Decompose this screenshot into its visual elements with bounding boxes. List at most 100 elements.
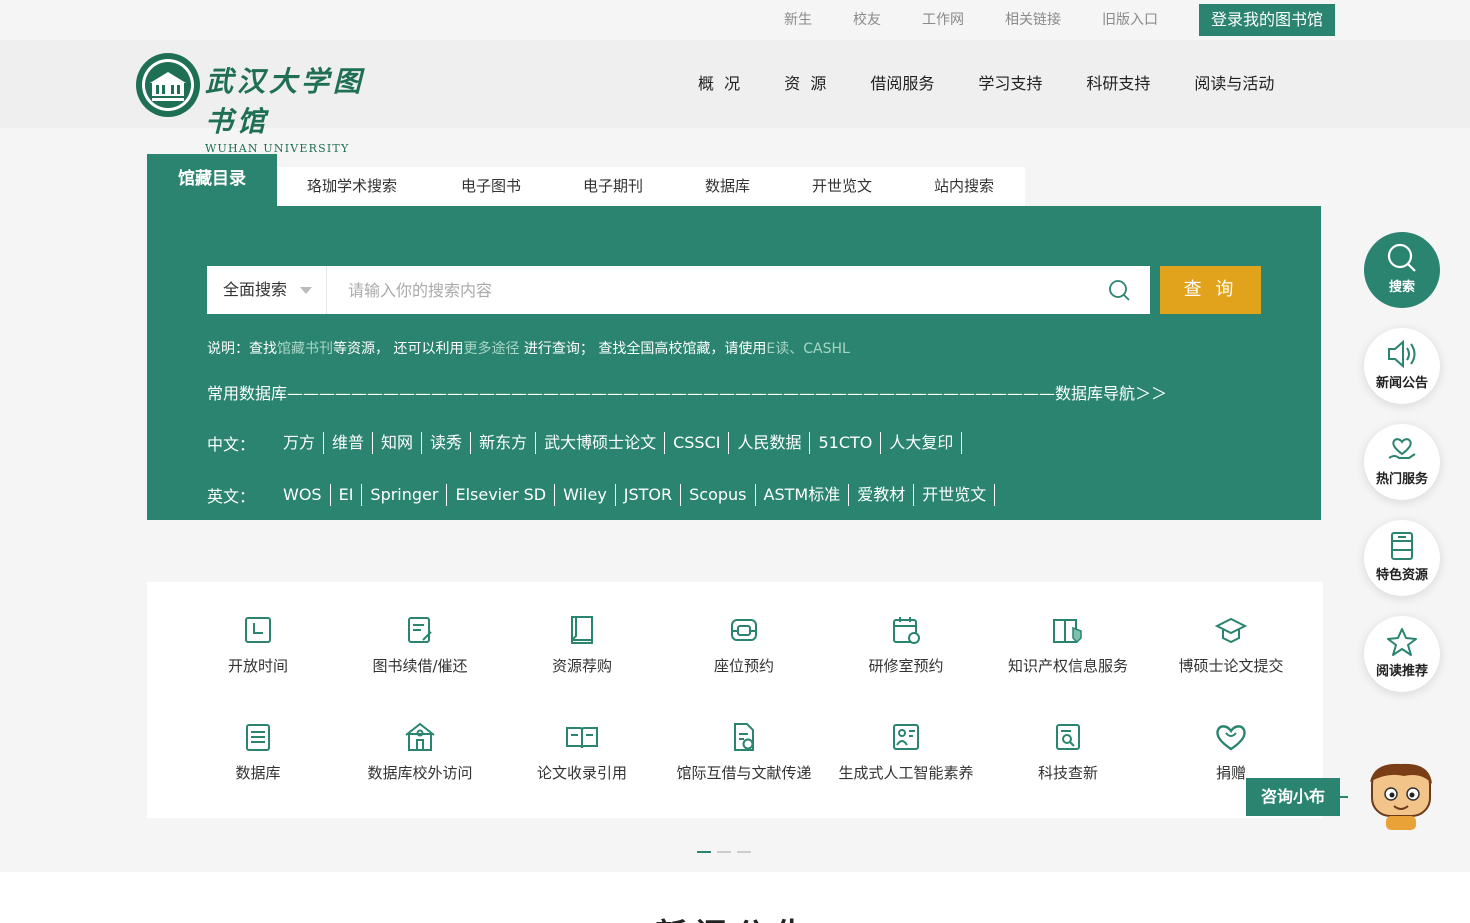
tab-catalog[interactable]: 馆藏目录 <box>147 154 277 206</box>
service-citation[interactable]: 论文收录引用 <box>501 721 663 783</box>
top-bar: 新生 校友 工作网 相关链接 旧版入口 登录我的图书馆 <box>0 0 1470 40</box>
nav-reading[interactable]: 阅读与活动 <box>1172 40 1296 128</box>
db-link[interactable]: Elsevier SD <box>447 484 556 506</box>
databases-heading[interactable]: 常用数据库———————————————————————————————————… <box>207 380 1167 404</box>
service-ip[interactable]: 知识产权信息服务 <box>987 614 1149 676</box>
top-link-old-version[interactable]: 旧版入口 <box>1102 4 1158 36</box>
service-database[interactable]: 数据库 <box>177 721 339 783</box>
db-link[interactable]: 武大博硕士论文 <box>536 432 666 454</box>
service-recommend[interactable]: 资源荐购 <box>501 614 663 676</box>
logo-chinese-name: 武汉大学图书馆 <box>205 65 366 138</box>
hint-text-3: 进行查询； 查找全国高校馆藏，请使用 <box>519 341 767 357</box>
speaker-icon <box>1388 339 1416 369</box>
float-special-resources-button[interactable]: 特色资源 <box>1364 520 1440 596</box>
tab-kaishi[interactable]: 开世览文 <box>812 167 934 206</box>
db-link[interactable]: 爱教材 <box>849 484 915 506</box>
float-label: 阅读推荐 <box>1375 664 1428 679</box>
search-icon[interactable] <box>1108 279 1130 301</box>
db-link[interactable]: Scopus <box>681 484 756 506</box>
chat-assistant-label[interactable]: 咨询小布 <box>1246 778 1348 816</box>
db-link[interactable]: 维普 <box>324 432 374 454</box>
nav-research[interactable]: 科研支持 <box>1064 40 1172 128</box>
nav-learning[interactable]: 学习支持 <box>956 40 1064 128</box>
db-link[interactable]: CSSCI <box>665 432 730 454</box>
tab-ebooks[interactable]: 电子图书 <box>461 167 583 206</box>
db-link[interactable]: 万方 <box>275 432 325 454</box>
hint-link-cashl[interactable]: CASHL <box>803 341 850 357</box>
search-input[interactable] <box>328 266 1088 314</box>
mascot-icon[interactable] <box>1364 760 1438 832</box>
service-thesis[interactable]: 博硕士论文提交 <box>1150 614 1312 676</box>
tab-luojia[interactable]: 珞珈学术搜索 <box>307 167 461 206</box>
service-interlibrary[interactable]: 馆际互借与文献传递 <box>663 721 825 783</box>
db-link[interactable]: 新东方 <box>471 432 537 454</box>
db-link[interactable]: JSTOR <box>616 484 682 506</box>
hint-link-catalog[interactable]: 馆藏书刊 <box>277 341 333 357</box>
db-link[interactable]: 读秀 <box>422 432 472 454</box>
service-label: 研修室预约 <box>868 657 944 675</box>
seat-icon <box>731 619 757 641</box>
news-title: 新闻公告 <box>0 910 1470 923</box>
db-link[interactable]: 人民数据 <box>729 432 811 454</box>
news-section: 新闻公告 <box>0 872 1470 923</box>
search-scope-select[interactable]: 全面搜索 <box>207 266 327 314</box>
search-bar: 全面搜索 <box>207 266 1150 314</box>
float-news-button[interactable]: 新闻公告 <box>1364 328 1440 404</box>
service-label: 开放时间 <box>227 657 288 675</box>
db-link[interactable]: Springer <box>362 484 448 506</box>
service-opening-hours[interactable]: 开放时间 <box>177 614 339 676</box>
service-seat[interactable]: 座位预约 <box>663 614 825 676</box>
services-grid: 开放时间 图书续借/催还 资源荐购 座位预约 研修室预约 知识产权信息服务 博硕… <box>147 582 1323 818</box>
heart-icon <box>1216 725 1246 751</box>
service-ai-literacy[interactable]: 生成式人工智能素养 <box>825 721 987 783</box>
top-links: 新生 校友 工作网 相关链接 旧版入口 登录我的图书馆 <box>784 4 1335 36</box>
carousel-dot[interactable] <box>717 851 731 853</box>
float-reading-button[interactable]: 阅读推荐 <box>1364 616 1440 692</box>
calendar-icon <box>893 617 920 644</box>
books-icon <box>1391 532 1413 560</box>
tab-ejournals[interactable]: 电子期刊 <box>583 167 705 206</box>
tab-databases[interactable]: 数据库 <box>705 167 812 206</box>
db-link[interactable]: 知网 <box>373 432 423 454</box>
login-button[interactable]: 登录我的图书馆 <box>1198 4 1335 36</box>
service-novelty-search[interactable]: 科技查新 <box>987 721 1149 783</box>
top-link-alumni[interactable]: 校友 <box>853 4 881 36</box>
service-donation[interactable]: 捐赠 <box>1150 721 1312 783</box>
search-button[interactable]: 查 询 <box>1160 266 1261 314</box>
service-label: 知识产权信息服务 <box>1007 657 1128 675</box>
service-remote-access[interactable]: 数据库校外访问 <box>339 721 501 783</box>
float-hot-services-button[interactable]: 热门服务 <box>1364 424 1440 500</box>
carousel-dot[interactable] <box>697 851 711 853</box>
db-link[interactable]: 开世览文 <box>914 484 996 506</box>
db-link[interactable]: WOS <box>275 484 331 506</box>
top-link-work[interactable]: 工作网 <box>922 4 964 36</box>
top-link-related[interactable]: 相关链接 <box>1005 4 1061 36</box>
db-link[interactable]: Wiley <box>555 484 616 506</box>
service-renew[interactable]: 图书续借/催还 <box>339 614 501 676</box>
hint-link-more[interactable]: 更多途径 <box>463 341 519 357</box>
header: 武汉大学图书馆 WUHAN UNIVERSITY LIBRARY 概 况 资 源… <box>0 40 1470 168</box>
nav-resources[interactable]: 资 源 <box>762 40 848 128</box>
db-link[interactable]: ASTM标准 <box>756 484 850 506</box>
float-label: 热门服务 <box>1375 472 1428 487</box>
library-logo[interactable]: 武汉大学图书馆 WUHAN UNIVERSITY LIBRARY <box>135 52 395 168</box>
nav-overview[interactable]: 概 况 <box>676 40 762 128</box>
tab-site-search[interactable]: 站内搜索 <box>934 167 1014 206</box>
hint-link-eread[interactable]: E读 <box>766 341 789 357</box>
nav-borrowing[interactable]: 借阅服务 <box>848 40 956 128</box>
clock-icon <box>245 617 271 643</box>
tab-strip: 珞珈学术搜索 电子图书 电子期刊 数据库 开世览文 站内搜索 <box>277 167 1025 206</box>
search-doc-icon <box>1056 724 1080 750</box>
carousel-dot[interactable] <box>737 851 751 853</box>
hint-text-2: 等资源， 还可以利用 <box>333 341 464 357</box>
english-db-label: 英文： <box>207 487 256 506</box>
top-link-freshman[interactable]: 新生 <box>784 4 812 36</box>
db-link[interactable]: 人大复印 <box>881 432 963 454</box>
db-link[interactable]: 51CTO <box>810 432 882 454</box>
service-study-room[interactable]: 研修室预约 <box>825 614 987 676</box>
caret-down-icon <box>300 287 312 294</box>
logo-text: 武汉大学图书馆 WUHAN UNIVERSITY LIBRARY <box>205 60 395 168</box>
db-link[interactable]: EI <box>331 484 363 506</box>
float-search-button[interactable]: 搜索 <box>1364 232 1440 308</box>
hint-text-1: 说明：查找 <box>207 341 277 357</box>
